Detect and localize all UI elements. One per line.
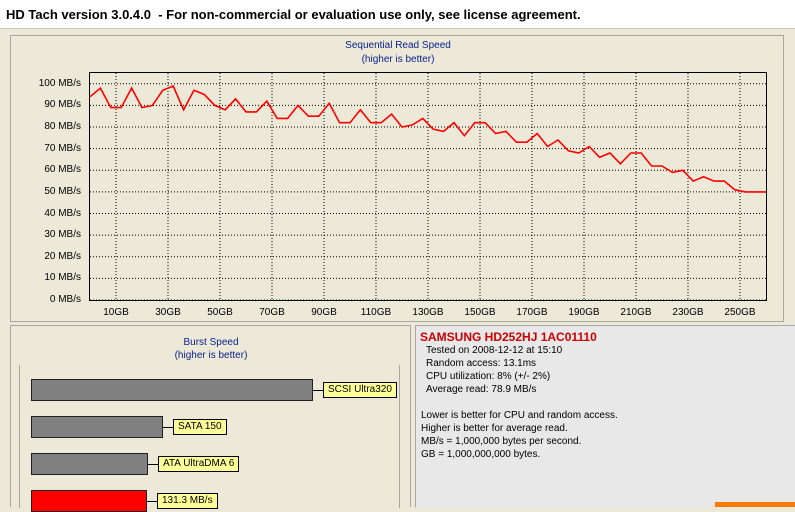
x-tick-label: 130GB xyxy=(412,307,444,318)
burst-bar xyxy=(31,379,313,401)
y-tick-label: 60 MB/s xyxy=(44,164,81,176)
burst-label-leader xyxy=(313,390,323,391)
y-tick-label: 30 MB/s xyxy=(44,229,81,241)
burst-label-leader xyxy=(147,501,157,502)
burst-bars-area: SCSI Ultra320 SATA 150 ATA UltraDMA 6 131.3… xyxy=(19,365,400,512)
note-gb-definition: GB = 1,000,000,000 bytes. xyxy=(421,449,541,460)
window-title: HD Tach version 3.0.4.0 - For non-commer… xyxy=(6,7,581,22)
burst-bar-label: SCSI Ultra320 xyxy=(323,382,397,398)
y-tick-label: 40 MB/s xyxy=(44,207,81,219)
x-tick-label: 250GB xyxy=(724,307,756,318)
y-tick-label: 70 MB/s xyxy=(44,142,81,154)
sequential-read-panel: Sequential Read Speed (higher is better)… xyxy=(10,35,784,322)
read-chart-title: Sequential Read Speed xyxy=(345,40,451,51)
cpu-utilization-text: CPU utilization: 8% (+/- 2%) xyxy=(426,371,551,382)
read-chart-subtitle: (higher is better) xyxy=(361,54,435,65)
x-tick-label: 150GB xyxy=(464,307,496,318)
burst-label-leader xyxy=(163,427,173,428)
read-speed-series-line xyxy=(90,84,766,193)
y-tick-label: 20 MB/s xyxy=(44,250,81,262)
x-tick-label: 210GB xyxy=(620,307,652,318)
y-tick-label: 10 MB/s xyxy=(44,272,81,284)
read-speed-plot xyxy=(89,72,767,301)
burst-bar-label: SATA 150 xyxy=(173,419,227,435)
x-tick-label: 70GB xyxy=(259,307,285,318)
burst-bar xyxy=(31,490,147,512)
y-tick-label: 80 MB/s xyxy=(44,121,81,133)
burst-chart-subtitle: (higher is better) xyxy=(174,350,248,361)
x-tick-label: 110GB xyxy=(360,307,392,318)
burst-bar xyxy=(31,453,148,475)
note-lower-better: Lower is better for CPU and random acces… xyxy=(421,410,618,421)
x-tick-label: 230GB xyxy=(672,307,704,318)
burst-bar-label: ATA UltraDMA 6 xyxy=(158,456,240,472)
burst-label-leader xyxy=(148,464,158,465)
y-tick-label: 0 MB/s xyxy=(49,294,81,305)
note-higher-better: Higher is better for average read. xyxy=(421,423,568,434)
drive-info-panel: SAMSUNG HD252HJ 1AC01110 Tested on 2008-… xyxy=(415,325,795,507)
burst-bar xyxy=(31,416,163,438)
orange-corner-accent xyxy=(715,502,795,507)
average-read-text: Average read: 78.9 MB/s xyxy=(426,384,537,395)
x-tick-label: 30GB xyxy=(155,307,181,318)
tested-on-text: Tested on 2008-12-12 at 15:10 xyxy=(426,345,563,356)
y-tick-label: 90 MB/s xyxy=(44,99,81,111)
x-tick-label: 50GB xyxy=(207,307,233,318)
y-tick-label: 100 MB/s xyxy=(38,77,81,89)
burst-chart-title: Burst Speed xyxy=(183,337,239,348)
x-tick-label: 170GB xyxy=(516,307,548,318)
x-tick-label: 10GB xyxy=(103,307,129,318)
note-mbs-definition: MB/s = 1,000,000 bytes per second. xyxy=(421,436,582,447)
y-tick-label: 50 MB/s xyxy=(44,185,81,197)
x-tick-label: 190GB xyxy=(568,307,600,318)
x-tick-label: 90GB xyxy=(311,307,337,318)
random-access-text: Random access: 13.1ms xyxy=(426,358,537,369)
drive-name: SAMSUNG HD252HJ 1AC01110 xyxy=(420,330,597,344)
burst-speed-panel: Burst Speed (higher is better) SCSI Ultr… xyxy=(10,325,411,512)
title-bar: HD Tach version 3.0.4.0 - For non-commer… xyxy=(0,0,795,29)
